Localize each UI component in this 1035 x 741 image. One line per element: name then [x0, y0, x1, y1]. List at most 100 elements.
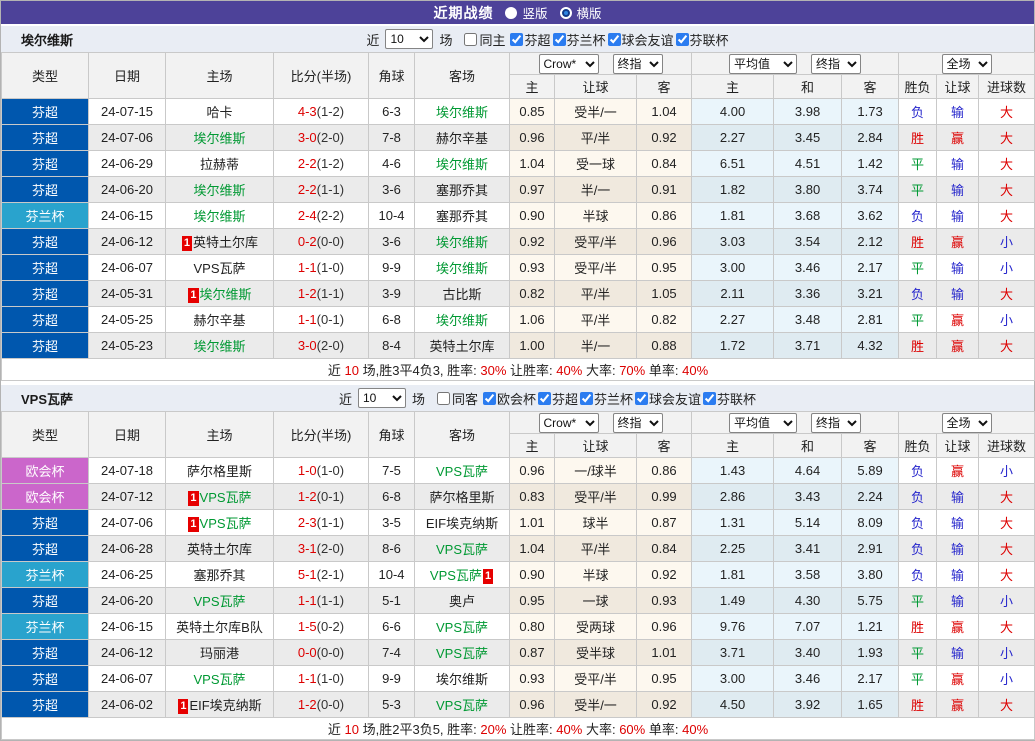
- halftime-score: (0-0): [317, 645, 344, 660]
- league-checkbox[interactable]: [676, 33, 689, 46]
- avg-odds-away: 4.32: [842, 333, 899, 359]
- halftime-score: (0-0): [317, 697, 344, 712]
- final-odds-select-2[interactable]: 终指: [811, 54, 861, 74]
- league-filter[interactable]: 芬联杯: [674, 30, 729, 49]
- odds-away: 0.92: [637, 562, 692, 588]
- match-type-badge: 芬超: [2, 536, 89, 562]
- avg-odds-away: 3.74: [842, 177, 899, 203]
- result-goals: 大: [979, 484, 1035, 510]
- col-header-avg-draw: 和: [774, 75, 842, 99]
- league-filter[interactable]: 芬超: [508, 30, 550, 49]
- avg-odds-home: 1.81: [692, 203, 774, 229]
- home-team-cell: 埃尔维斯: [166, 333, 274, 359]
- result-handicap: 输: [937, 484, 979, 510]
- league-filter[interactable]: 芬超: [536, 389, 578, 408]
- result-goals: 大: [979, 151, 1035, 177]
- match-count-select[interactable]: 10: [358, 388, 406, 408]
- league-label: 球会友谊: [649, 389, 701, 408]
- summary-part: 场,胜3平4负3, 胜率:: [363, 363, 477, 378]
- same-venue-filter[interactable]: 同主: [459, 30, 505, 49]
- league-checkbox[interactable]: [580, 392, 593, 405]
- league-filter[interactable]: 球会友谊: [633, 389, 701, 408]
- avg-odds-away: 2.24: [842, 484, 899, 510]
- layout-option-horizontal[interactable]: 横版: [560, 3, 602, 22]
- halftime-score: (2-2): [317, 208, 344, 223]
- col-header-result-goals: 进球数: [979, 434, 1035, 458]
- odds-home: 0.83: [510, 484, 555, 510]
- table-row: 芬超 24-06-07 VPS瓦萨 1-1(1-0) 9-9 埃尔维斯 0.93…: [2, 666, 1035, 692]
- league-filter[interactable]: 芬兰杯: [578, 389, 633, 408]
- result-outcome: 平: [899, 151, 937, 177]
- away-team: VPS瓦萨: [436, 620, 488, 635]
- home-team-cell: 英特土尔库: [166, 536, 274, 562]
- match-date: 24-06-25: [89, 562, 166, 588]
- league-checkbox[interactable]: [608, 33, 621, 46]
- league-filter[interactable]: 芬兰杯: [551, 30, 606, 49]
- average-select[interactable]: 平均值: [729, 54, 797, 74]
- league-filter[interactable]: 芬联杯: [701, 389, 756, 408]
- radio-horizontal-icon[interactable]: [560, 7, 572, 19]
- avg-odds-draw: 3.46: [774, 666, 842, 692]
- league-filter[interactable]: 欧会杯: [481, 389, 536, 408]
- odds-handicap: 半/一: [555, 333, 637, 359]
- league-checkbox[interactable]: [635, 392, 648, 405]
- result-handicap: 输: [937, 151, 979, 177]
- bookmaker-select[interactable]: Crow*: [539, 413, 599, 433]
- halftime-score: (1-2): [317, 104, 344, 119]
- match-type-badge: 欧会杯: [2, 484, 89, 510]
- table-row: 芬超 24-07-06 1VPS瓦萨 2-3(1-1) 3-5 EIF埃克纳斯 …: [2, 510, 1035, 536]
- radio-vertical-icon[interactable]: [505, 7, 517, 19]
- league-checkbox[interactable]: [553, 33, 566, 46]
- odds-handicap: 平/半: [555, 281, 637, 307]
- match-score: 3-0(2-0): [274, 125, 369, 151]
- same-venue-checkbox[interactable]: [464, 33, 477, 46]
- odds-away: 0.96: [637, 229, 692, 255]
- col-header-odds-home: 主: [510, 75, 555, 99]
- summary-part: 让胜率:: [510, 363, 553, 378]
- table-row: 欧会杯 24-07-12 1VPS瓦萨 1-2(0-1) 6-8 萨尔格里斯 0…: [2, 484, 1035, 510]
- match-date: 24-05-25: [89, 307, 166, 333]
- match-type-badge: 芬超: [2, 99, 89, 125]
- col-header-odds-handicap: 让球: [555, 75, 637, 99]
- bookmaker-select[interactable]: Crow*: [539, 54, 599, 74]
- final-odds-select-2[interactable]: 终指: [811, 413, 861, 433]
- league-filter[interactable]: 球会友谊: [606, 30, 674, 49]
- avg-odds-home: 2.27: [692, 307, 774, 333]
- result-handicap: 输: [937, 203, 979, 229]
- home-team: 塞那乔其: [193, 568, 245, 583]
- result-goals: 大: [979, 281, 1035, 307]
- avg-odds-away: 2.84: [842, 125, 899, 151]
- scope-select[interactable]: 全场: [942, 54, 992, 74]
- home-team: 埃尔维斯: [193, 209, 245, 224]
- final-odds-select[interactable]: 终指: [613, 413, 663, 433]
- odds-handicap: 半球: [555, 562, 637, 588]
- avg-odds-draw: 3.80: [774, 177, 842, 203]
- home-team-cell: 1EIF埃克纳斯: [166, 692, 274, 718]
- league-checkbox[interactable]: [538, 392, 551, 405]
- match-score: 1-5(0-2): [274, 614, 369, 640]
- result-outcome: 负: [899, 458, 937, 484]
- col-header-home: 主场: [166, 53, 274, 99]
- layout-option-vertical[interactable]: 竖版: [505, 3, 547, 22]
- corner-count: 5-1: [369, 588, 415, 614]
- odds-handicap: 受半球: [555, 640, 637, 666]
- result-goals: 小: [979, 640, 1035, 666]
- same-venue-checkbox[interactable]: [437, 392, 450, 405]
- average-select[interactable]: 平均值: [729, 413, 797, 433]
- odds-away: 0.99: [637, 484, 692, 510]
- home-team: 拉赫蒂: [200, 157, 239, 172]
- result-handicap: 赢: [937, 666, 979, 692]
- league-checkbox[interactable]: [510, 33, 523, 46]
- odds-handicap: 受半/一: [555, 692, 637, 718]
- scope-select[interactable]: 全场: [942, 413, 992, 433]
- league-checkbox[interactable]: [703, 392, 716, 405]
- same-venue-filter[interactable]: 同客: [432, 389, 478, 408]
- league-checkbox[interactable]: [483, 392, 496, 405]
- avg-odds-draw: 3.41: [774, 536, 842, 562]
- match-count-select[interactable]: 10: [385, 29, 433, 49]
- table-row: 芬兰杯 24-06-15 埃尔维斯 2-4(2-2) 10-4 塞那乔其 0.9…: [2, 203, 1035, 229]
- table-row: 芬超 24-06-20 VPS瓦萨 1-1(1-1) 5-1 奥卢 0.95 一…: [2, 588, 1035, 614]
- final-odds-select[interactable]: 终指: [613, 54, 663, 74]
- match-type-badge: 芬超: [2, 307, 89, 333]
- fulltime-score: 1-2: [298, 697, 317, 712]
